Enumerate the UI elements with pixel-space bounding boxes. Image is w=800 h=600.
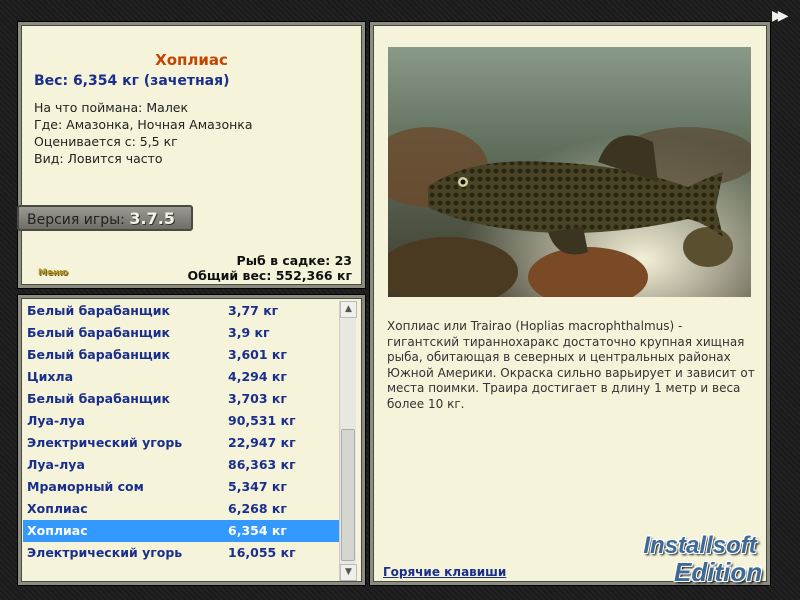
- list-item-name: Белый барабанщик: [27, 325, 170, 340]
- fish-details: На что поймана: Малек Где: Амазонка, Ноч…: [34, 99, 252, 167]
- list-item[interactable]: Мраморный сом 5,347 кг: [23, 476, 341, 498]
- list-item[interactable]: Цихла 4,294 кг: [23, 366, 341, 388]
- tank-stats: Рыб в садке: 23 Общий вес: 552,366 кг: [188, 253, 353, 283]
- list-item-name: Белый барабанщик: [27, 391, 170, 406]
- list-item-weight: 4,294 кг: [228, 369, 287, 384]
- list-item-weight: 6,268 кг: [228, 501, 287, 516]
- fish-description-panel: Хоплиас или Trairao (Hoplias macrophthal…: [370, 22, 770, 585]
- fish-description: Хоплиас или Trairao (Hoplias macrophthal…: [387, 319, 755, 411]
- scroll-down-icon[interactable]: ▼: [340, 564, 357, 581]
- catch-list-panel: Белый барабанщик 3,77 кг Белый барабанщик 3…: [18, 295, 365, 585]
- version-number: 3.7.5: [129, 209, 175, 228]
- list-item[interactable]: Белый барабанщик 3,77 кг: [23, 300, 341, 322]
- list-item-weight: 5,347 кг: [228, 479, 287, 494]
- list-scrollbar[interactable]: ▲ ▼: [339, 301, 357, 581]
- list-item-name: Электрический угорь: [27, 545, 183, 560]
- list-item-name: Белый барабанщик: [27, 303, 170, 318]
- scroll-up-icon[interactable]: ▲: [340, 301, 357, 318]
- list-item-name: Хоплиас: [27, 501, 88, 516]
- list-item-weight: 3,703 кг: [228, 391, 287, 406]
- bait-line: На что поймана: Малек: [34, 100, 189, 115]
- fish-photo-image: [388, 47, 751, 297]
- list-item-name: Луа-луа: [27, 413, 85, 428]
- catch-list: Белый барабанщик 3,77 кг Белый барабанщик 3…: [23, 300, 341, 564]
- valued-line: Оценивается с: 5,5 кг: [34, 134, 178, 149]
- list-item-weight: 3,601 кг: [228, 347, 287, 362]
- watermark-line2: Edition: [674, 557, 763, 587]
- scroll-thumb[interactable]: [341, 429, 355, 561]
- fish-count: Рыб в садке: 23: [236, 253, 352, 268]
- location-line: Где: Амазонка, Ночная Амазонка: [34, 117, 253, 132]
- list-item-name: Цихла: [27, 369, 74, 384]
- watermark-line1: Installsoft: [643, 532, 757, 559]
- list-item[interactable]: Хоплиас 6,268 кг: [23, 498, 341, 520]
- list-item-weight: 16,055 кг: [228, 545, 296, 560]
- list-item-weight: 90,531 кг: [228, 413, 296, 428]
- list-item[interactable]: Белый барабанщик 3,703 кг: [23, 388, 341, 410]
- installsoft-watermark: Installsoft Edition: [638, 532, 763, 587]
- fish-photo: [388, 47, 751, 297]
- list-item[interactable]: Луа-луа 86,363 кг: [23, 454, 341, 476]
- menu-button[interactable]: Меню: [38, 268, 68, 278]
- list-item[interactable]: Белый барабанщик 3,601 кг: [23, 344, 341, 366]
- list-item[interactable]: Луа-луа 90,531 кг: [23, 410, 341, 432]
- list-item-weight: 86,363 кг: [228, 457, 296, 472]
- list-item-weight: 6,354 кг: [228, 523, 287, 538]
- fish-info-panel: Хоплиас Вес: 6,354 кг (зачетная) На что …: [17, 22, 365, 288]
- hotkeys-link[interactable]: Горячие клавиши: [383, 565, 506, 579]
- total-weight: Общий вес: 552,366 кг: [187, 268, 353, 283]
- list-item-name: Электрический угорь: [27, 435, 183, 450]
- version-badge: Версия игры: 3.7.5: [17, 205, 193, 231]
- version-label: Версия игры:: [27, 212, 125, 228]
- fish-name-title: Хоплиас: [155, 51, 228, 69]
- list-item[interactable]: Электрический угорь 22,947 кг: [23, 432, 341, 454]
- list-item-name: Хоплиас: [27, 523, 88, 538]
- kind-line: Вид: Ловится часто: [34, 151, 163, 166]
- next-arrow-icon[interactable]: ▶▶: [772, 8, 788, 24]
- fish-weight: Вес: 6,354 кг (зачетная): [34, 73, 230, 89]
- list-item-name: Мраморный сом: [27, 479, 144, 494]
- list-item-weight: 3,9 кг: [228, 325, 270, 340]
- list-item[interactable]: Хоплиас 6,354 кг: [23, 520, 341, 542]
- list-item-name: Луа-луа: [27, 457, 85, 472]
- list-item-weight: 3,77 кг: [228, 303, 279, 318]
- list-item[interactable]: Электрический угорь 16,055 кг: [23, 542, 341, 564]
- list-item[interactable]: Белый барабанщик 3,9 кг: [23, 322, 341, 344]
- list-item-weight: 22,947 кг: [228, 435, 296, 450]
- list-item-name: Белый барабанщик: [27, 347, 170, 362]
